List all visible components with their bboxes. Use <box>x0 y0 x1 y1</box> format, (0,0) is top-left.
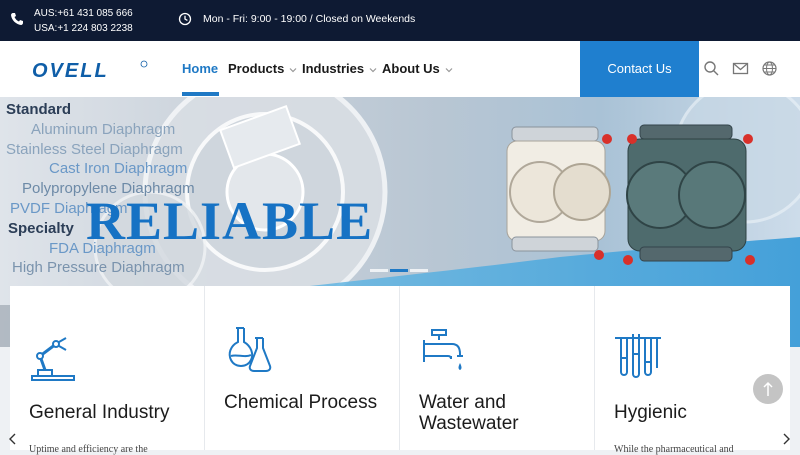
slider-dot-2[interactable] <box>390 269 408 272</box>
industry-card-general[interactable]: General Industry Uptime and efficiency a… <box>10 286 205 455</box>
globe-icon[interactable] <box>761 60 778 77</box>
industry-title: General Industry <box>29 402 170 423</box>
top-bar: AUS:+61 431 085 666 USA:+1 224 803 2238 … <box>0 0 800 41</box>
industry-title: Chemical Process <box>224 392 378 413</box>
robot-arm-icon <box>31 337 75 381</box>
clock-icon <box>178 12 192 26</box>
ovell-logo[interactable]: OVELL <box>30 57 150 83</box>
nav-products[interactable]: Products <box>228 61 297 76</box>
nav-industries-label: Industries <box>302 61 365 76</box>
scroll-to-top-button[interactable] <box>753 374 783 404</box>
phone-numbers: AUS:+61 431 085 666 USA:+1 224 803 2238 <box>34 6 133 36</box>
nav-about-label: About Us <box>382 61 440 76</box>
logo-text: OVELL <box>32 60 109 82</box>
carousel-next-arrow[interactable] <box>781 433 791 445</box>
nav-active-indicator <box>182 92 219 96</box>
phone-aus[interactable]: AUS:+61 431 085 666 <box>34 6 133 21</box>
chevron-down-icon <box>369 67 377 72</box>
chevron-down-icon <box>445 67 453 72</box>
chevron-down-icon <box>289 67 297 72</box>
industry-card-water[interactable]: Water and Wastewater <box>400 286 595 450</box>
slider-dot-3[interactable] <box>410 269 428 272</box>
hero-headline: RELIABLE <box>86 191 374 251</box>
nav-home[interactable]: Home <box>182 61 218 76</box>
arrow-up-icon <box>763 381 773 396</box>
industry-title: Water and Wastewater <box>419 392 519 434</box>
flask-icon <box>228 327 272 372</box>
green-pump-graphic <box>623 124 755 265</box>
business-hours: Mon - Fri: 9:00 - 19:00 / Closed on Week… <box>203 13 416 25</box>
contact-us-button[interactable]: Contact Us <box>580 41 699 97</box>
hero-list-item: Standard <box>6 101 72 118</box>
search-icon[interactable] <box>703 60 720 77</box>
main-header: OVELL Home Products Industries About Us … <box>0 41 800 97</box>
nav-products-label: Products <box>228 61 285 76</box>
industry-title: Hygienic <box>614 402 687 423</box>
phone-usa[interactable]: USA:+1 224 803 2238 <box>34 21 133 36</box>
nav-industries[interactable]: Industries <box>302 61 377 76</box>
industry-card-hygienic[interactable]: Hygienic While the pharmaceutical and <box>595 286 790 455</box>
faucet-icon <box>423 329 463 370</box>
industry-cards: General Industry Uptime and efficiency a… <box>10 286 790 455</box>
phone-icon <box>11 13 23 25</box>
industry-card-chemical[interactable]: Chemical Process <box>205 286 400 450</box>
hero-list-item: Stainless Steel Diaphragm <box>6 140 183 158</box>
nav-home-label: Home <box>182 61 219 76</box>
slider-dots <box>370 259 430 277</box>
mail-icon[interactable] <box>732 60 749 77</box>
carousel-prev-arrow[interactable] <box>8 433 18 445</box>
hero-list-item: Cast Iron Diaphragm <box>49 160 188 178</box>
hero-list-item: Aluminum Diaphragm <box>31 120 176 138</box>
white-pump-graphic <box>506 126 612 260</box>
test-tubes-icon <box>615 334 661 378</box>
nav-about-us[interactable]: About Us <box>382 61 453 76</box>
hero-list-item: High Pressure Diaphragm <box>12 259 185 277</box>
slider-dot-1[interactable] <box>370 269 388 272</box>
